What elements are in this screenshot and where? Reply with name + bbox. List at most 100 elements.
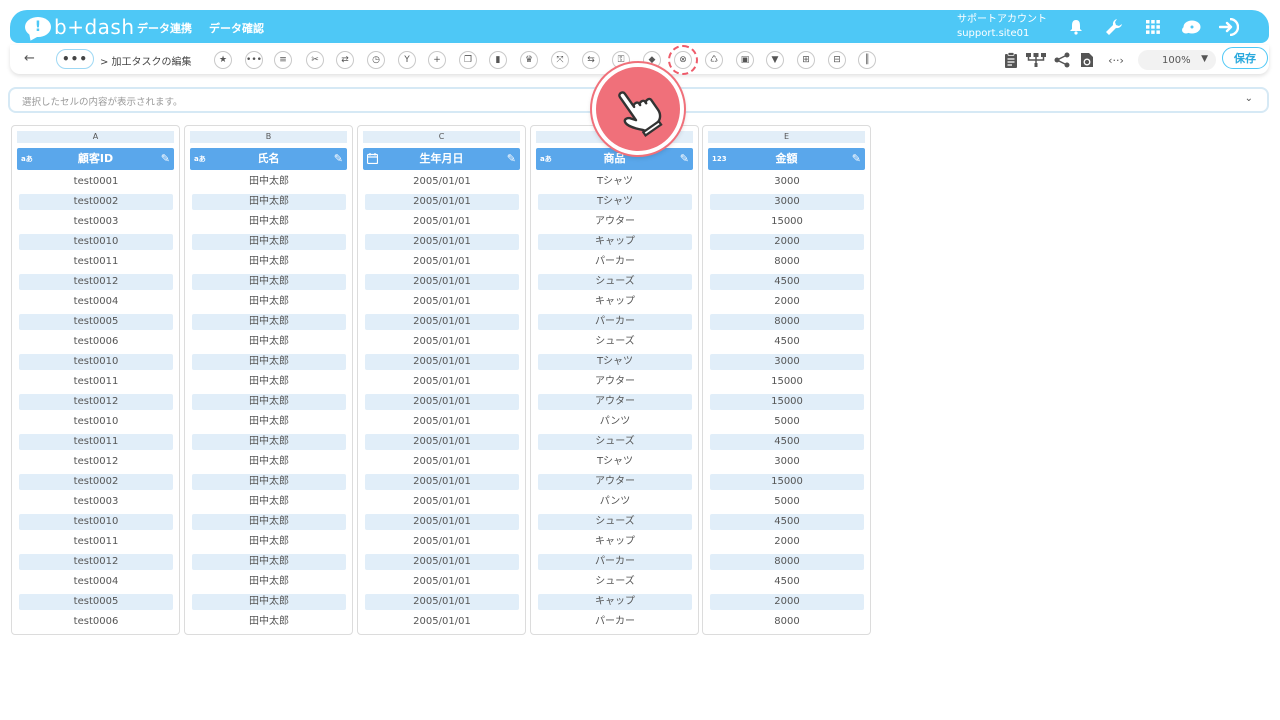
- table-cell[interactable]: 田中太郎: [192, 414, 346, 430]
- table-cell[interactable]: 4500: [710, 574, 864, 590]
- table-cell[interactable]: 2005/01/01: [365, 614, 519, 630]
- table-cell[interactable]: 2005/01/01: [365, 314, 519, 330]
- transform-icon[interactable]: ⇄: [336, 51, 354, 69]
- table-cell[interactable]: 田中太郎: [192, 574, 346, 590]
- table-cell[interactable]: test0012: [19, 394, 173, 410]
- crown-icon[interactable]: ♛: [520, 51, 538, 69]
- table-cell[interactable]: アウター: [538, 474, 692, 490]
- column-letter[interactable]: A: [17, 131, 174, 143]
- table-cell[interactable]: 田中太郎: [192, 274, 346, 290]
- table-cell[interactable]: 3000: [710, 194, 864, 210]
- table-cell[interactable]: 4500: [710, 514, 864, 530]
- column-header[interactable]: 123 金額 ✎: [708, 148, 865, 170]
- table-cell[interactable]: 2000: [710, 294, 864, 310]
- pencil-icon[interactable]: ✎: [680, 148, 689, 170]
- table-cell[interactable]: 田中太郎: [192, 614, 346, 630]
- chevron-down-icon[interactable]: ⌄: [1245, 93, 1253, 104]
- table-cell[interactable]: 田中太郎: [192, 214, 346, 230]
- column-header[interactable]: aあ 顧客ID ✎: [17, 148, 174, 170]
- table-cell[interactable]: test0004: [19, 294, 173, 310]
- star-icon[interactable]: ★: [214, 51, 232, 69]
- logout-icon[interactable]: [1218, 17, 1240, 37]
- refresh-file-icon[interactable]: [1077, 50, 1097, 70]
- table-cell[interactable]: 2005/01/01: [365, 194, 519, 210]
- table-cell[interactable]: 2005/01/01: [365, 374, 519, 390]
- table-cell[interactable]: 2005/01/01: [365, 554, 519, 570]
- table-cell[interactable]: 田中太郎: [192, 434, 346, 450]
- table-cell[interactable]: 2005/01/01: [365, 594, 519, 610]
- table-cell[interactable]: 2005/01/01: [365, 214, 519, 230]
- plus-icon[interactable]: +: [428, 51, 446, 69]
- table-cell[interactable]: 田中太郎: [192, 354, 346, 370]
- table-cell[interactable]: 5000: [710, 414, 864, 430]
- table-cell[interactable]: test0012: [19, 274, 173, 290]
- merge-icon[interactable]: Y: [398, 51, 416, 69]
- text-icon[interactable]: ≡: [274, 51, 292, 69]
- table-cell[interactable]: 2000: [710, 234, 864, 250]
- filter-icon[interactable]: ▼: [766, 51, 784, 69]
- table-cell[interactable]: 2005/01/01: [365, 274, 519, 290]
- table-cell[interactable]: 2000: [710, 594, 864, 610]
- table-cell[interactable]: 5000: [710, 494, 864, 510]
- table-cell[interactable]: 2005/01/01: [365, 474, 519, 490]
- table-cell[interactable]: test0012: [19, 554, 173, 570]
- grid-text-icon[interactable]: ⊞: [797, 51, 815, 69]
- pencil-icon[interactable]: ✎: [852, 148, 861, 170]
- code-arrows-icon[interactable]: ‹··›: [1103, 50, 1129, 70]
- table-cell[interactable]: test0011: [19, 254, 173, 270]
- table-cell[interactable]: test0003: [19, 494, 173, 510]
- table-cell[interactable]: 2005/01/01: [365, 174, 519, 190]
- zoom-select[interactable]: 100% ▼: [1138, 50, 1216, 70]
- table-cell[interactable]: 2005/01/01: [365, 254, 519, 270]
- table-cell[interactable]: アウター: [538, 214, 692, 230]
- column-header[interactable]: 生年月日 ✎: [363, 148, 520, 170]
- table-cell[interactable]: 2005/01/01: [365, 334, 519, 350]
- table-cell[interactable]: 8000: [710, 254, 864, 270]
- table-icon[interactable]: ⊟: [828, 51, 846, 69]
- table-cell[interactable]: パーカー: [538, 254, 692, 270]
- table-cell[interactable]: 3000: [710, 454, 864, 470]
- table-cell[interactable]: 田中太郎: [192, 234, 346, 250]
- swap-icon[interactable]: ⇆: [582, 51, 600, 69]
- table-cell[interactable]: test0012: [19, 454, 173, 470]
- table-cell[interactable]: 2000: [710, 534, 864, 550]
- table-cell[interactable]: 田中太郎: [192, 394, 346, 410]
- table-cell[interactable]: 田中太郎: [192, 514, 346, 530]
- table-cell[interactable]: 2005/01/01: [365, 414, 519, 430]
- table-cell[interactable]: test0001: [19, 174, 173, 190]
- table-cell[interactable]: 3000: [710, 354, 864, 370]
- table-cell[interactable]: Tシャツ: [538, 354, 692, 370]
- table-cell[interactable]: test0002: [19, 194, 173, 210]
- table-cell[interactable]: 田中太郎: [192, 194, 346, 210]
- table-cell[interactable]: 3000: [710, 174, 864, 190]
- account-info[interactable]: サポートアカウント support.site01: [957, 13, 1047, 41]
- table-cell[interactable]: 田中太郎: [192, 174, 346, 190]
- table-cell[interactable]: test0005: [19, 594, 173, 610]
- table-cell[interactable]: 2005/01/01: [365, 434, 519, 450]
- table-cell[interactable]: test0004: [19, 574, 173, 590]
- table-cell[interactable]: Tシャツ: [538, 454, 692, 470]
- column-header[interactable]: aあ 商品 ✎: [536, 148, 693, 170]
- pencil-icon[interactable]: ✎: [507, 148, 516, 170]
- table-cell[interactable]: test0010: [19, 414, 173, 430]
- trash-icon[interactable]: ▮: [489, 51, 507, 69]
- table-cell[interactable]: 2005/01/01: [365, 534, 519, 550]
- table-cell[interactable]: キャップ: [538, 294, 692, 310]
- copy-icon[interactable]: ❐: [459, 51, 477, 69]
- timer-icon[interactable]: ◷: [367, 51, 385, 69]
- chat-icon[interactable]: [1180, 17, 1202, 37]
- column-letter[interactable]: C: [363, 131, 520, 143]
- barcode-icon[interactable]: ║: [858, 51, 876, 69]
- table-cell[interactable]: 4500: [710, 434, 864, 450]
- column-header[interactable]: aあ 氏名 ✎: [190, 148, 347, 170]
- table-cell[interactable]: パーカー: [538, 614, 692, 630]
- table-cell[interactable]: 15000: [710, 474, 864, 490]
- table-cell[interactable]: 15000: [710, 374, 864, 390]
- table-cell[interactable]: 15000: [710, 394, 864, 410]
- table-cell[interactable]: 田中太郎: [192, 494, 346, 510]
- table-cell[interactable]: test0002: [19, 474, 173, 490]
- table-cell[interactable]: 田中太郎: [192, 474, 346, 490]
- table-cell[interactable]: 2005/01/01: [365, 234, 519, 250]
- table-cell[interactable]: Tシャツ: [538, 194, 692, 210]
- nav-data-check[interactable]: データ確認: [209, 20, 264, 36]
